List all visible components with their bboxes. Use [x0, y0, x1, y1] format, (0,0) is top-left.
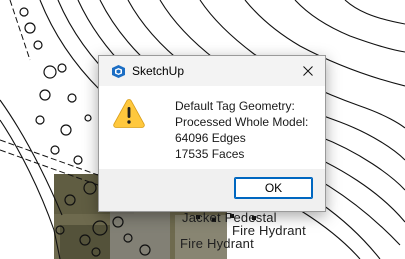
fire-hydrant-label: Fire Hydrant — [180, 236, 254, 251]
dialog-message: Default Tag Geometry: Processed Whole Mo… — [175, 98, 308, 162]
close-icon — [303, 66, 313, 76]
message-dialog[interactable]: SketchUp Default Tag Geometry: Processed… — [98, 55, 326, 212]
message-line: Processed Whole Model: — [175, 115, 309, 129]
message-line: 64096 Edges — [175, 131, 246, 145]
dialog-body: Default Tag Geometry: Processed Whole Mo… — [99, 86, 325, 171]
warning-icon — [113, 99, 145, 128]
dialog-title: SketchUp — [132, 64, 185, 78]
dialog-titlebar[interactable]: SketchUp — [99, 56, 325, 86]
sketchup-icon — [112, 65, 125, 78]
message-line: Default Tag Geometry: — [175, 99, 295, 113]
message-line: 17535 Faces — [175, 147, 245, 161]
close-button[interactable] — [291, 56, 325, 86]
dialog-footer: OK — [99, 169, 325, 211]
ok-button[interactable]: OK — [234, 177, 313, 199]
